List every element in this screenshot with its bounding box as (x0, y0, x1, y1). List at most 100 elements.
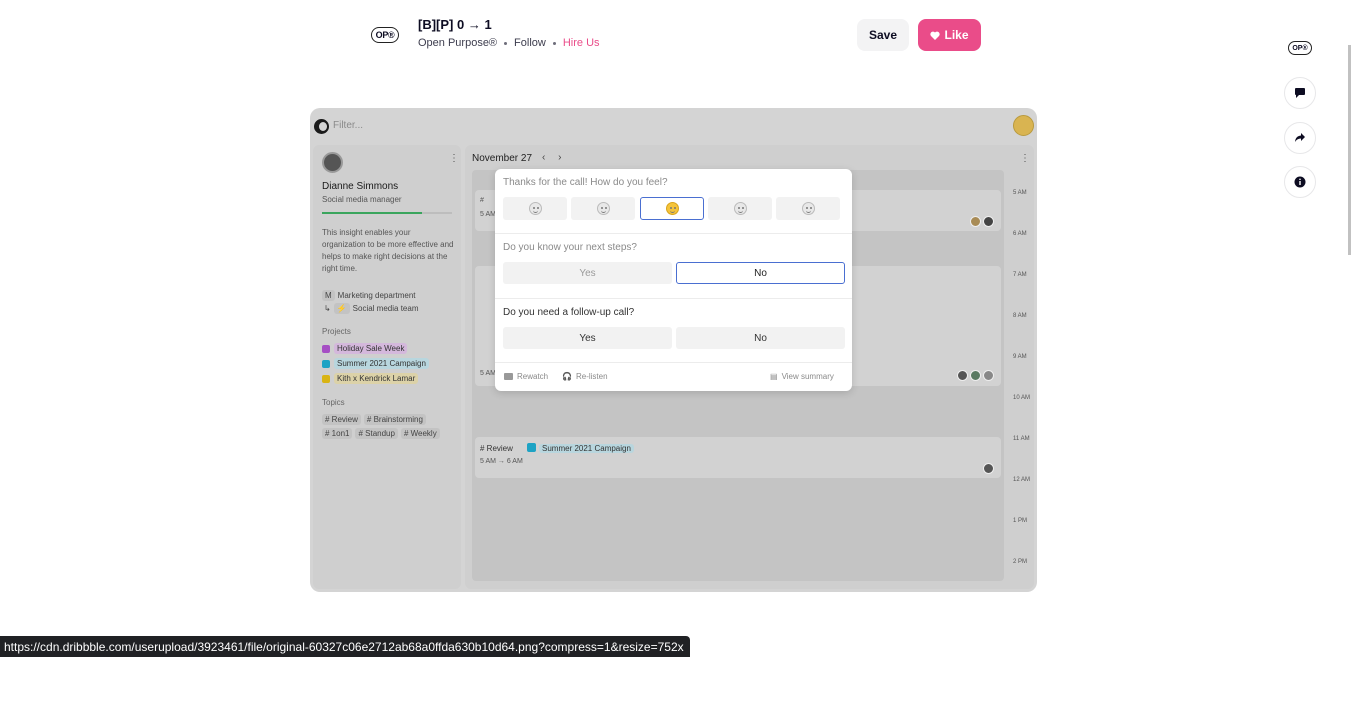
feeling-question: Thanks for the call! How do you feel? (503, 177, 668, 188)
topic-chip: # Review (322, 414, 361, 425)
event-tag-label: Review (486, 444, 513, 453)
hour-label: 9 AM (1013, 354, 1027, 360)
department-label: Marketing department (337, 291, 416, 300)
topic-row: # 1on1 # Standup # Weekly (322, 428, 440, 439)
event-time: 5 AM → 6 AM (480, 458, 523, 465)
shot-meta: Open Purpose® Follow Hire Us (418, 37, 600, 49)
topic-label: Review (331, 415, 358, 424)
calendar-event: # Review Summer 2021 Campaign 5 AM → 6 A… (475, 437, 1001, 478)
like-label: Like (944, 28, 969, 42)
document-icon: ▤ (770, 372, 778, 381)
separator-dot (552, 41, 556, 45)
follow-up-no: No (676, 327, 845, 349)
rewatch-link: Rewatch (504, 372, 548, 381)
event-time: 5 AM (480, 211, 496, 218)
topic-label: Weekly (410, 429, 437, 438)
rail-studio-logo[interactable]: OP® (1288, 41, 1312, 55)
hour-label: 5 AM (1013, 190, 1027, 196)
author-link[interactable]: Open Purpose® (418, 37, 497, 49)
avatar (983, 216, 994, 227)
avatar (983, 463, 994, 474)
team-prefix: ⚡ (333, 303, 350, 314)
emoji-option (503, 197, 567, 220)
project-item: Kith x Kendrick Lamar (322, 373, 419, 384)
arrow-icon: ↳ (324, 304, 331, 313)
emoji-option (708, 197, 772, 220)
rewatch-label: Rewatch (517, 372, 549, 381)
video-icon (504, 373, 513, 380)
hour-label: 6 AM (1013, 231, 1027, 237)
share-button[interactable] (1284, 122, 1316, 154)
hour-label: 12 AM (1013, 477, 1031, 483)
event-time: 5 AM (480, 370, 496, 377)
avatar (1013, 115, 1034, 136)
hour-label: 1 PM (1013, 518, 1028, 524)
next-steps-question: Do you know your next steps? (503, 242, 637, 253)
filter-input: Filter... (333, 120, 364, 131)
progress-fill (322, 212, 423, 214)
hour-label: 8 AM (1013, 313, 1027, 319)
app-topbar: Filter... (310, 108, 1037, 144)
project-swatch (322, 344, 330, 353)
very-sad-face-icon (528, 202, 542, 215)
topics-heading: Topics (322, 398, 345, 407)
department-prefix: M (322, 290, 335, 301)
hour-label: 11 AM (1013, 436, 1030, 442)
topic-chip: # Weekly (400, 428, 440, 439)
topic-chip: # 1on1 (322, 428, 353, 439)
info-icon (1294, 176, 1306, 188)
project-item: Summer 2021 Campaign (322, 358, 429, 369)
save-button[interactable]: Save (857, 19, 909, 51)
topic-row: # Review # Brainstorming (322, 414, 426, 425)
hire-us-link[interactable]: Hire Us (563, 37, 600, 49)
hour-label: 7 AM (1013, 272, 1027, 278)
emoji-option (571, 197, 635, 220)
sad-face-icon (596, 202, 610, 215)
department-tag: M Marketing department (322, 290, 416, 301)
topic-label: Brainstorming (373, 415, 423, 424)
share-icon (1295, 133, 1305, 142)
neutral-face-icon (665, 202, 679, 215)
separator-dot (504, 41, 508, 45)
project-label: Holiday Sale Week (334, 343, 408, 354)
divider (495, 298, 852, 299)
comment-button[interactable] (1284, 77, 1316, 109)
calendar-date: November 27 (472, 153, 533, 164)
profile-progress (322, 212, 452, 214)
avatar (983, 370, 994, 381)
topic-chip: # Brainstorming (363, 414, 426, 425)
avatar (322, 152, 343, 173)
event-hash: # (480, 197, 484, 204)
projects-heading: Projects (322, 327, 351, 336)
profile-name: Dianne Simmons (322, 181, 399, 192)
headphones-icon: 🎧 (562, 372, 572, 381)
project-item: Holiday Sale Week (322, 343, 408, 354)
divider (495, 362, 852, 363)
calendar-nav: ‹ › (542, 152, 567, 163)
event-project: Summer 2021 Campaign (539, 444, 634, 453)
divider (495, 233, 852, 234)
profile-sidebar: ⋮ Dianne Simmons Social media manager Th… (313, 145, 461, 589)
follow-link[interactable]: Follow (514, 37, 546, 49)
info-button[interactable] (1284, 166, 1316, 198)
relisten-link: 🎧 Re-listen (562, 372, 608, 381)
more-icon: ⋮ (1020, 153, 1030, 164)
topic-label: 1on1 (331, 429, 350, 438)
hour-label: 2 PM (1013, 559, 1028, 565)
happy-face-icon (733, 202, 747, 215)
project-label: Kith x Kendrick Lamar (334, 373, 419, 384)
very-happy-face-icon (801, 202, 815, 215)
app-logo-icon (314, 119, 329, 134)
studio-logo[interactable]: OP® (371, 27, 399, 43)
profile-role: Social media manager (322, 195, 402, 204)
next-steps-no: No (676, 262, 845, 284)
team-tag: ↳ ⚡ Social media team (324, 303, 418, 314)
view-summary-label: View summary (781, 372, 834, 381)
topic-chip: # Standup (355, 428, 398, 439)
follow-up-yes: Yes (503, 327, 672, 349)
like-button[interactable]: Like (918, 19, 981, 51)
relisten-label: Re-listen (575, 372, 608, 381)
avatar (957, 370, 968, 381)
link-status-bar: https://cdn.dribbble.com/userupload/3923… (0, 636, 690, 657)
project-swatch (527, 443, 536, 452)
